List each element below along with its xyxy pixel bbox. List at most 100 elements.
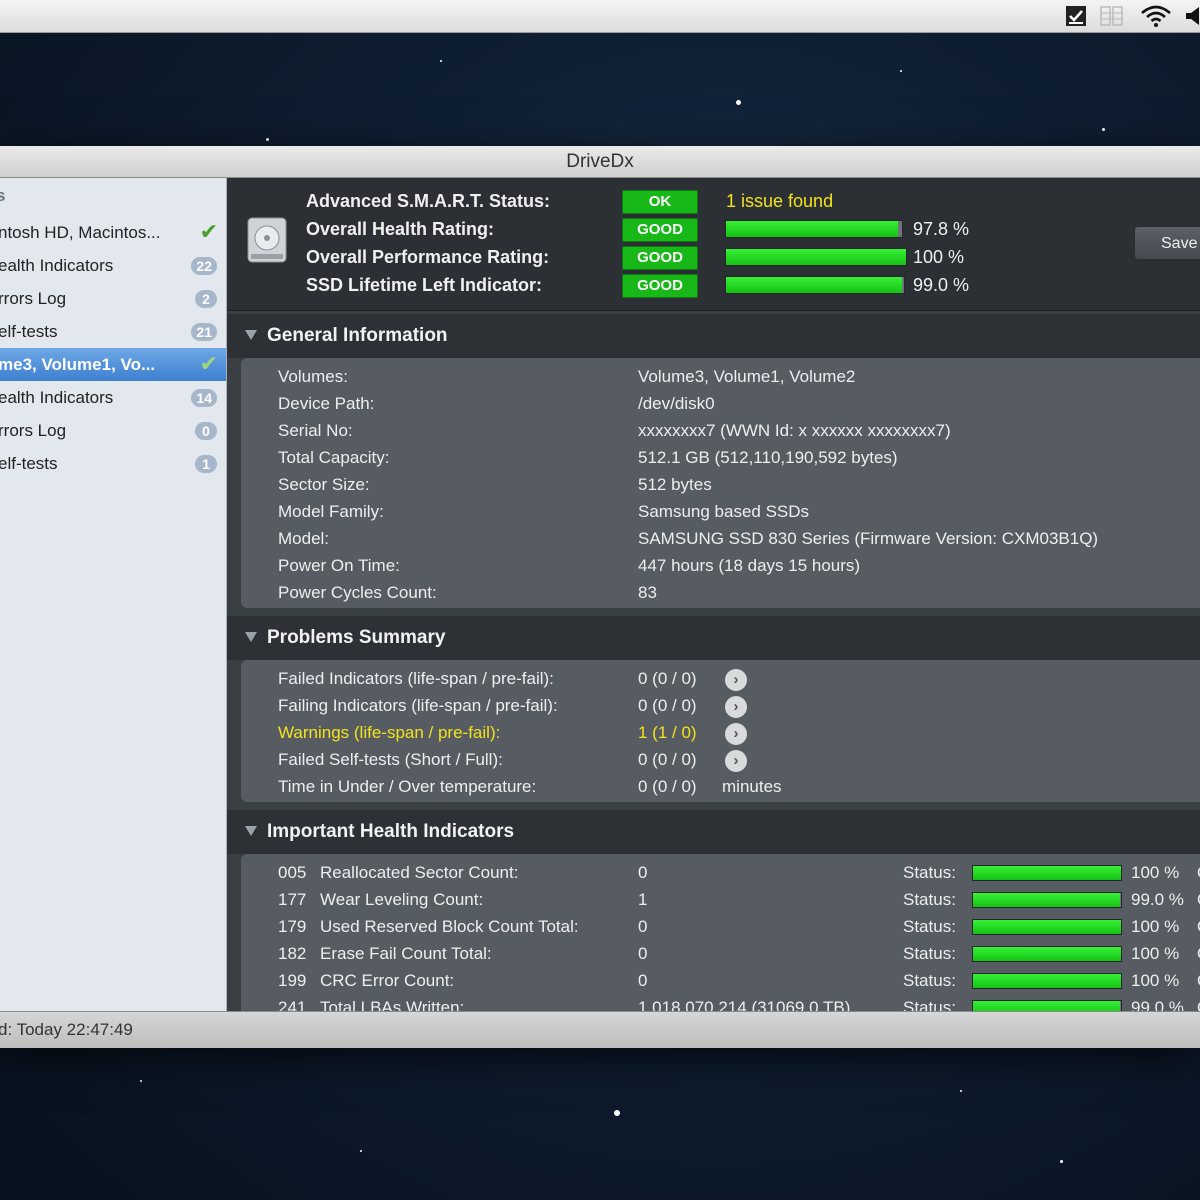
problem-label: Warnings (life-span / pre-fail): <box>278 723 501 742</box>
sidebar-item-health-indicators[interactable]: ealth Indicators 22 <box>0 249 226 282</box>
disclosure-triangle-icon[interactable] <box>245 826 257 836</box>
ssd-lifetime-label: SSD Lifetime Left Indicator: <box>306 275 543 295</box>
indicator-id: 179 <box>278 917 307 936</box>
indicator-name: Used Reserved Block Count Total: <box>320 917 579 936</box>
window-title: DriveDx <box>0 146 1200 178</box>
indicator-percent: 100 % <box>1131 863 1180 882</box>
indicator-value: 0 <box>638 944 648 963</box>
indicator-bar-fill <box>973 947 1121 961</box>
info-value: 447 hours (18 days 15 hours) <box>638 556 861 575</box>
info-label: Power On Time: <box>278 556 400 575</box>
section-title: General Information <box>267 325 448 346</box>
health-rating-bar-fill <box>726 221 899 237</box>
indicator-name: Reallocated Sector Count: <box>320 863 519 882</box>
section-title: Important Health Indicators <box>267 821 515 842</box>
problem-label: Failed Indicators (life-span / pre-fail)… <box>278 669 554 688</box>
problems-summary-header[interactable]: Problems Summary <box>227 616 1200 660</box>
indicator-percent: 99.0 % <box>1131 890 1184 909</box>
star <box>140 1080 142 1082</box>
sidebar-item-label: me3, Volume1, Vo... <box>0 355 156 374</box>
health-indicator-row: 182Erase Fail Count Total:0Status:100 %O… <box>278 944 1200 971</box>
star <box>1060 1160 1063 1163</box>
status-label: Status: <box>903 863 956 882</box>
sidebar-item-label: elf-tests <box>0 322 58 341</box>
sidebar-item-label: rrors Log <box>0 421 67 440</box>
disclosure-triangle-icon[interactable] <box>245 330 257 340</box>
problem-value: 0 (0 / 0) <box>638 696 697 715</box>
info-label: Device Path: <box>278 394 375 413</box>
indicator-percent: 100 % <box>1131 944 1180 963</box>
wifi-icon[interactable] <box>1140 4 1172 28</box>
sidebar-item-disk1[interactable]: ntosh HD, Macintos... ✔ <box>0 216 226 249</box>
health-indicators-header[interactable]: Important Health Indicators <box>227 810 1200 854</box>
info-label: Model Family: <box>278 502 384 521</box>
sidebar-item-disk0[interactable]: me3, Volume1, Vo... ✔ <box>0 348 226 381</box>
indicator-id: 005 <box>278 863 307 882</box>
sidebar-item-self-tests[interactable]: elf-tests 1 <box>0 447 226 480</box>
sidebar-item-errors-log[interactable]: rrors Log 0 <box>0 414 226 447</box>
info-label: Total Capacity: <box>278 448 390 467</box>
sidebar: s ntosh HD, Macintos... ✔ ealth Indicato… <box>0 178 227 1011</box>
general-info-header[interactable]: General Information <box>227 314 1200 358</box>
star <box>360 1150 362 1152</box>
info-value: 83 <box>638 583 657 602</box>
count-badge: 22 <box>191 257 217 275</box>
status-summary: Advanced S.M.A.R.T. Status: OK 1 issue f… <box>227 178 1200 311</box>
indicator-bar <box>972 1000 1122 1011</box>
health-indicator-row: 005 Reallocated Sector Count: 0 Status: 100 … <box>278 863 1200 890</box>
problem-unit: minutes <box>722 777 782 796</box>
indicator-bar <box>972 919 1122 935</box>
indicator-bar <box>972 892 1122 908</box>
info-value: xxxxxxxx7 (WWN Id: x xxxxxx xxxxxxxx7) <box>638 421 951 440</box>
menu-bar <box>0 0 1200 33</box>
arrow-right-icon[interactable]: › <box>725 669 747 691</box>
disclosure-triangle-icon[interactable] <box>245 632 257 642</box>
ssd-lifetime-bar <box>725 276 905 294</box>
problem-value: 0 (0 / 0) <box>638 750 697 769</box>
health-rating-value: 97.8 % <box>913 219 970 239</box>
count-badge: 0 <box>195 422 217 440</box>
info-value: /dev/disk0 <box>638 394 715 413</box>
hard-drive-icon <box>247 217 287 263</box>
status-label: Status: <box>903 998 956 1011</box>
checkmark-icon: ✔ <box>199 351 218 376</box>
info-value: 512.1 GB (512,110,190,592 bytes) <box>638 448 898 467</box>
problem-label: Failed Self-tests (Short / Full): <box>278 750 503 769</box>
problem-value: 0 (0 / 0) <box>638 777 697 796</box>
status-bar: d: Today 22:47:49 <box>0 1011 1200 1048</box>
sidebar-item-errors-log[interactable]: rrors Log 2 <box>0 282 226 315</box>
battery-icon[interactable] <box>1098 4 1126 28</box>
status-label: Status: <box>903 944 956 963</box>
sidebar-item-health-indicators[interactable]: ealth Indicators 14 <box>0 381 226 414</box>
info-value: 512 bytes <box>638 475 712 494</box>
performance-rating-value: 100 % <box>913 247 965 267</box>
star <box>1102 128 1105 131</box>
indicator-value: 0 <box>638 917 648 936</box>
star <box>266 138 269 141</box>
issue-link[interactable]: 1 issue found <box>726 191 833 212</box>
sidebar-item-label: ealth Indicators <box>0 388 114 407</box>
indicator-bar <box>972 865 1122 881</box>
arrow-right-icon[interactable]: › <box>725 723 747 745</box>
indicator-id: 199 <box>278 971 307 990</box>
arrow-right-icon[interactable]: › <box>725 696 747 718</box>
sidebar-item-label: ealth Indicators <box>0 256 114 275</box>
info-label: Volumes: <box>278 367 348 386</box>
problem-value: 0 (0 / 0) <box>638 669 697 688</box>
indicator-bar <box>972 946 1122 962</box>
count-badge: 1 <box>195 455 217 473</box>
performance-rating-bar <box>725 248 907 266</box>
checklist-icon[interactable] <box>1064 4 1088 28</box>
indicator-id: 182 <box>278 944 307 963</box>
checkmark-icon: ✔ <box>199 219 218 244</box>
save-button[interactable]: Save <box>1134 226 1200 260</box>
volume-icon[interactable] <box>1184 4 1200 28</box>
arrow-right-icon[interactable]: › <box>725 750 747 772</box>
sidebar-item-self-tests[interactable]: elf-tests 21 <box>0 315 226 348</box>
ssd-lifetime-value: 99.0 % <box>913 275 970 295</box>
health-indicator-row: 199CRC Error Count:0Status:100 %OK <box>278 971 1200 998</box>
main-panel: Advanced S.M.A.R.T. Status: OK 1 issue f… <box>227 178 1200 1011</box>
info-label: Power Cycles Count: <box>278 583 437 602</box>
count-badge: 14 <box>191 389 217 407</box>
health-rating-badge: GOOD <box>622 218 698 242</box>
